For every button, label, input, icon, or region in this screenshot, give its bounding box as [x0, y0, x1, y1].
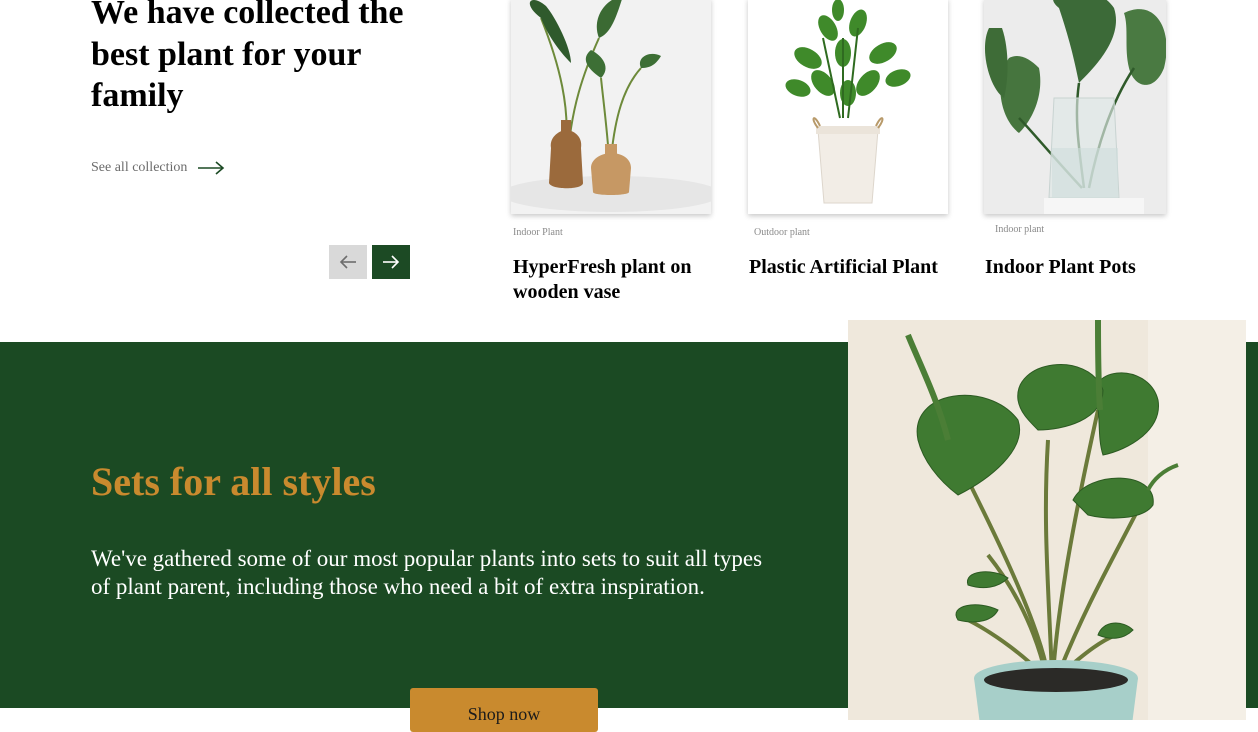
see-all-collection-label: See all collection	[91, 160, 188, 175]
section-headline: We have collected the best plant for you…	[91, 0, 404, 114]
carousel-next-button[interactable]	[372, 245, 410, 279]
carousel-prev-button[interactable]	[329, 245, 367, 279]
product-card-image[interactable]	[984, 0, 1166, 214]
featured-plant-photo	[848, 320, 1246, 720]
product-category: Outdoor plant	[754, 227, 810, 238]
arrow-right-icon	[382, 255, 400, 269]
monstera-vase-image	[984, 0, 1166, 214]
see-all-collection-link[interactable]: See all collection	[91, 160, 225, 176]
product-title[interactable]: Plastic Artificial Plant	[749, 255, 969, 280]
product-card-image[interactable]	[748, 0, 948, 214]
product-title[interactable]: Indoor Plant Pots	[985, 255, 1205, 280]
product-card-image[interactable]	[511, 0, 711, 214]
sets-description: We've gathered some of our most popular …	[91, 546, 763, 599]
alocasia-plant-image	[848, 320, 1246, 720]
sets-title: Sets for all styles	[91, 459, 376, 504]
arrow-left-icon	[339, 255, 357, 269]
shop-now-button[interactable]: Shop now	[410, 688, 598, 732]
product-category: Indoor Plant	[513, 227, 563, 238]
product-title[interactable]: HyperFresh plant on wooden vase	[513, 255, 733, 305]
plant-wooden-vase-image	[511, 0, 711, 214]
arrow-right-icon	[197, 161, 225, 175]
plant-pot-image	[748, 0, 948, 214]
product-category: Indoor plant	[995, 224, 1045, 235]
